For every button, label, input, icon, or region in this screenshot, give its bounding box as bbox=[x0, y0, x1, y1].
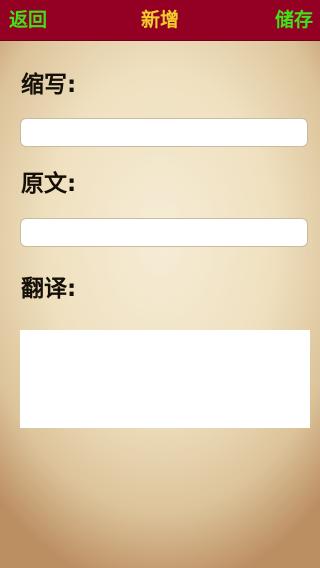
original-text-input[interactable] bbox=[20, 218, 308, 247]
original-text-label: 原文: bbox=[21, 171, 77, 197]
translation-label: 翻译: bbox=[21, 276, 77, 302]
save-button[interactable]: 储存 bbox=[275, 7, 313, 33]
navigation-bar: 返回 新增 储存 bbox=[0, 0, 320, 41]
page-title: 新增 bbox=[140, 9, 179, 31]
abbreviation-input[interactable] bbox=[20, 118, 308, 147]
translation-textarea[interactable] bbox=[20, 330, 310, 428]
abbreviation-label: 缩写: bbox=[21, 72, 77, 98]
